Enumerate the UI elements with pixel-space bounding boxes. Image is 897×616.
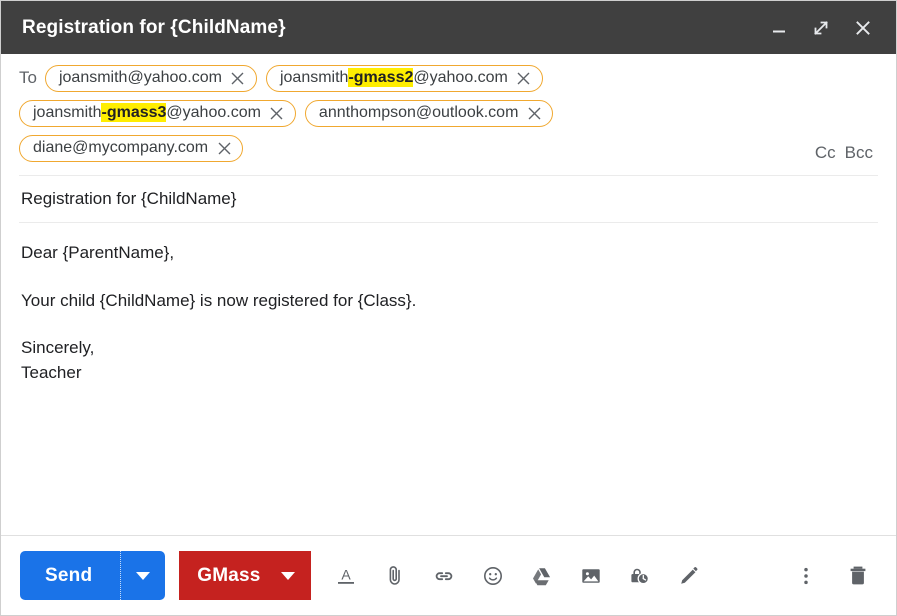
remove-recipient-icon[interactable] [217,141,231,155]
remove-recipient-icon[interactable] [270,106,284,120]
send-button-group[interactable]: Send [20,551,166,600]
recipient-chip-label: joansmith@yahoo.com [58,69,222,86]
recipient-row: diane@mycompany.com [19,134,788,162]
bcc-link[interactable]: Bcc [845,143,873,163]
send-button[interactable]: Send [20,551,120,600]
recipient-chip[interactable]: joansmith-gmass2@yahoo.com [265,64,543,92]
gmass-options-dropdown[interactable] [271,551,311,600]
cc-link[interactable]: Cc [815,143,836,163]
window-controls [768,17,880,39]
recipient-chip-label: annthompson@outlook.com [318,104,519,121]
compose-window: Registration for {ChildName} To joansmit… [0,0,897,616]
chevron-down-icon [136,571,151,580]
recipient-chip-label: joansmith-gmass3@yahoo.com [33,103,261,122]
body-paragraph: Your child {ChildName} is now registered… [21,289,876,314]
insert-photo-icon[interactable] [578,563,604,589]
to-label: To [19,68,37,87]
body-line: Dear {ParentName}, [21,243,175,262]
message-body[interactable]: Dear {ParentName}, Your child {ChildName… [1,223,896,535]
send-options-dropdown[interactable] [120,551,165,600]
insert-drive-file-icon[interactable] [529,563,555,589]
body-paragraph: Sincerely, Teacher [21,336,876,385]
gmass-button-group[interactable]: GMass [179,551,311,600]
recipient-chip[interactable]: joansmith@yahoo.com [44,64,257,92]
recipient-row: joansmith-gmass3@yahoo.com annthompson@o… [19,99,788,127]
recipients-field[interactable]: To joansmith@yahoo.com joansmith-gmass2@… [1,54,896,175]
body-line: Teacher [21,362,82,382]
recipient-chip-label: joansmith-gmass2@yahoo.com [279,68,508,87]
recipient-row: To joansmith@yahoo.com joansmith-gmass2@… [19,64,788,92]
recipient-chip[interactable]: diane@mycompany.com [19,134,244,162]
gmass-button[interactable]: GMass [179,551,270,600]
compose-title-bar: Registration for {ChildName} [1,1,896,54]
recipient-chip-label: diane@mycompany.com [33,139,209,156]
compose-tool-icons: A [333,563,702,589]
body-line: Sincerely, [21,338,95,358]
formatting-options-icon[interactable]: A [333,563,359,589]
remove-recipient-icon[interactable] [231,71,245,85]
cc-bcc-links: Cc Bcc [815,143,873,163]
chevron-down-icon [280,571,295,580]
insert-signature-icon[interactable] [676,563,702,589]
attach-file-icon[interactable] [382,563,408,589]
recipient-chip-rows: To joansmith@yahoo.com joansmith-gmass2@… [19,64,878,162]
expand-button[interactable] [810,17,832,39]
body-paragraph: Dear {ParentName}, [21,241,876,266]
discard-draft-icon[interactable] [845,563,871,589]
recipient-chip[interactable]: annthompson@outlook.com [304,99,554,127]
confidential-mode-icon[interactable] [627,563,653,589]
toolbar-right-icons [793,563,877,589]
subject-input[interactable]: Registration for {ChildName} [1,176,896,222]
compose-toolbar: Send GMass A [1,535,896,615]
remove-recipient-icon[interactable] [517,71,531,85]
minimize-button[interactable] [768,17,790,39]
insert-link-icon[interactable] [431,563,457,589]
more-options-icon[interactable] [793,563,819,589]
compose-title: Registration for {ChildName} [22,16,286,38]
insert-emoji-icon[interactable] [480,563,506,589]
recipient-chip[interactable]: joansmith-gmass3@yahoo.com [19,99,296,127]
close-button[interactable] [852,17,874,39]
body-line: Your child {ChildName} is now registered… [21,290,417,310]
remove-recipient-icon[interactable] [527,106,541,120]
svg-text:A: A [341,566,351,582]
